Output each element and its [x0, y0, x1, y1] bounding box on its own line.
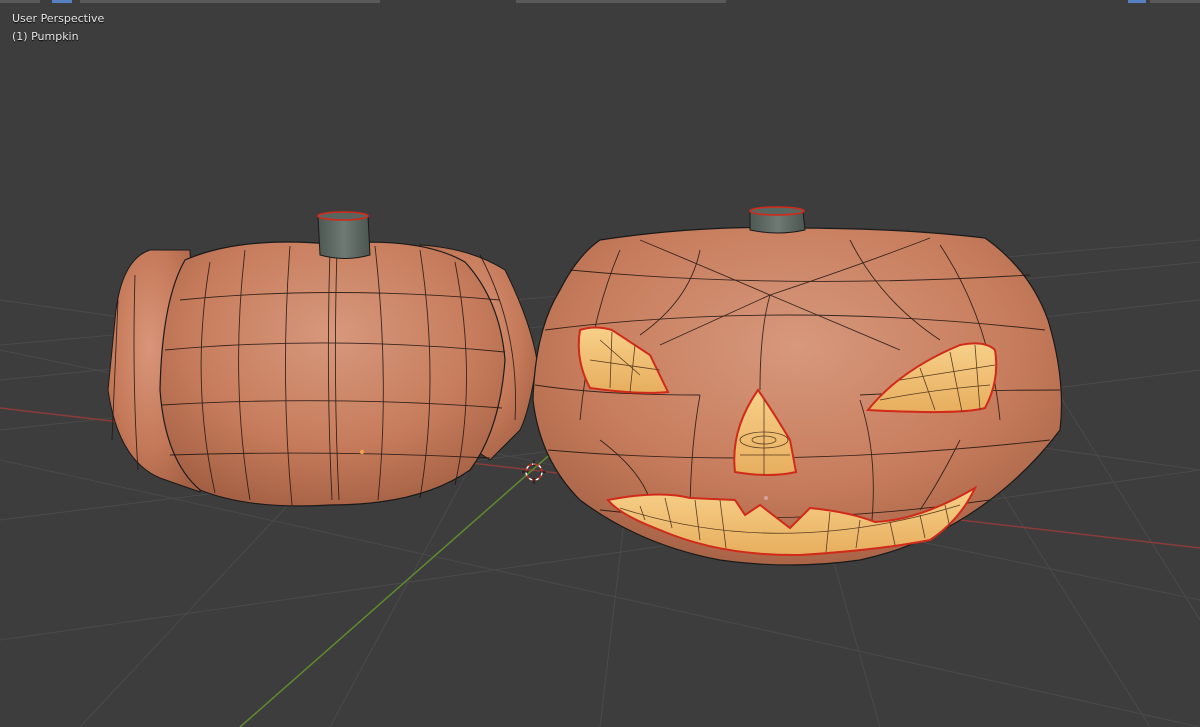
- 3d-viewport[interactable]: User Perspective (1) Pumpkin: [0, 0, 1200, 727]
- pumpkin-right[interactable]: [532, 206, 1063, 566]
- view-name-label: User Perspective: [12, 12, 105, 25]
- pumpkin-left[interactable]: [107, 211, 538, 507]
- object-origin-icon: [359, 449, 365, 455]
- 3d-cursor-icon[interactable]: [522, 460, 546, 484]
- active-object-label: (1) Pumpkin: [12, 30, 79, 43]
- object-origin-icon: [764, 496, 768, 500]
- scene-canvas[interactable]: [0, 0, 1200, 727]
